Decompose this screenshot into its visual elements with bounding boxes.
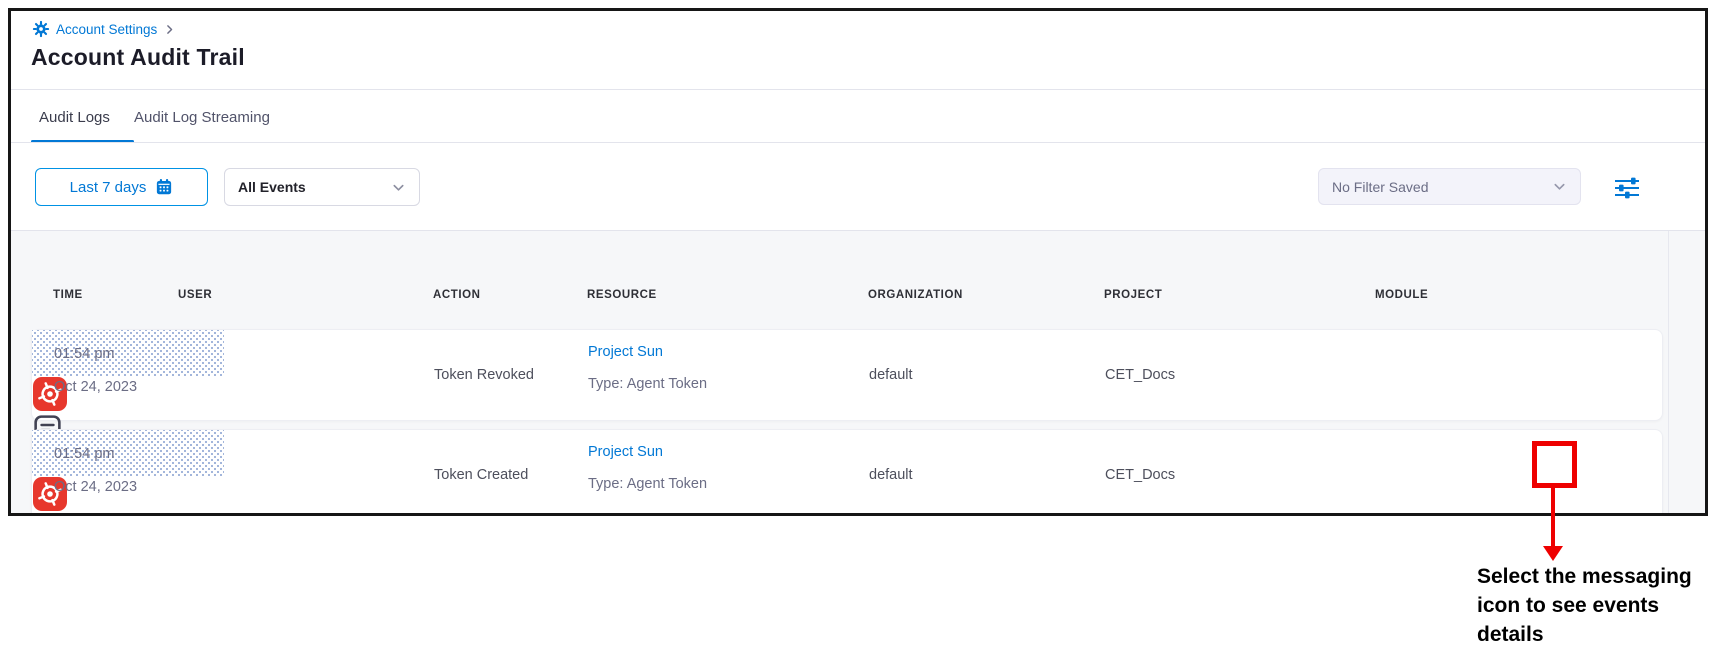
event-action: Token Created — [434, 430, 528, 516]
event-date: Oct 24, 2023 — [54, 379, 137, 395]
highlight-box — [1532, 441, 1577, 488]
resource-type: Type: Agent Token — [588, 476, 707, 492]
saved-filter-value: No Filter Saved — [1332, 179, 1428, 195]
divider — [11, 142, 1705, 143]
event-time: 01:54 pm — [54, 346, 114, 362]
divider — [11, 89, 1705, 90]
chevron-down-icon — [391, 180, 406, 195]
organization-value: default — [869, 430, 913, 516]
column-header-organization: ORGANIZATION — [868, 289, 963, 301]
annotation-arrowhead-icon — [1543, 546, 1563, 561]
event-date: Oct 24, 2023 — [54, 479, 137, 495]
date-range-label: Last 7 days — [70, 179, 147, 196]
event-type-value: All Events — [238, 179, 306, 195]
table-row: 01:54 pm Oct 24, 2023 Token Revoked Proj… — [31, 329, 1663, 421]
screenshot-root: Account Settings Account Audit Trail Aud… — [0, 0, 1720, 668]
app-window: Account Settings Account Audit Trail Aud… — [8, 8, 1708, 516]
column-header-module: MODULE — [1375, 289, 1428, 301]
event-action: Token Revoked — [434, 330, 534, 420]
tab-audit-log-streaming[interactable]: Audit Log Streaming — [134, 109, 270, 126]
event-time: 01:54 pm — [54, 446, 114, 462]
column-header-user: USER — [178, 289, 212, 301]
column-header-resource: RESOURCE — [587, 289, 657, 301]
annotation-arrow-line — [1551, 488, 1555, 546]
saved-filter-select[interactable]: No Filter Saved — [1318, 168, 1581, 205]
date-range-button[interactable]: Last 7 days — [35, 168, 208, 206]
breadcrumb: Account Settings — [32, 20, 176, 38]
audit-log-table: TIME USER ACTION RESOURCE ORGANIZATION P… — [11, 231, 1705, 513]
resource-type: Type: Agent Token — [588, 376, 707, 392]
project-value: CET_Docs — [1105, 430, 1175, 516]
chevron-right-icon — [163, 23, 176, 36]
calendar-icon — [155, 178, 173, 196]
event-type-select[interactable]: All Events — [224, 168, 420, 206]
annotation-text: Select the messaging icon to see events … — [1477, 562, 1709, 649]
column-header-project: PROJECT — [1104, 289, 1162, 301]
message-note-icon — [32, 512, 63, 516]
project-value: CET_Docs — [1105, 330, 1175, 420]
resource-link[interactable]: Project Sun — [588, 344, 663, 360]
event-details-message-button[interactable] — [32, 512, 63, 516]
organization-value: default — [869, 330, 913, 420]
settings-gear-icon — [32, 20, 50, 38]
column-header-action: ACTION — [433, 289, 481, 301]
breadcrumb-link-account-settings[interactable]: Account Settings — [56, 22, 157, 37]
divider — [1668, 231, 1669, 513]
page-title: Account Audit Trail — [31, 44, 245, 71]
filter-sliders-icon — [1612, 175, 1642, 201]
chevron-down-icon — [1552, 179, 1567, 194]
tab-audit-logs[interactable]: Audit Logs — [39, 109, 110, 126]
filter-settings-button[interactable] — [1609, 174, 1645, 202]
column-header-time: TIME — [53, 289, 83, 301]
resource-link[interactable]: Project Sun — [588, 444, 663, 460]
table-row: 01:54 pm Oct 24, 2023 Token Created Proj… — [31, 429, 1663, 516]
